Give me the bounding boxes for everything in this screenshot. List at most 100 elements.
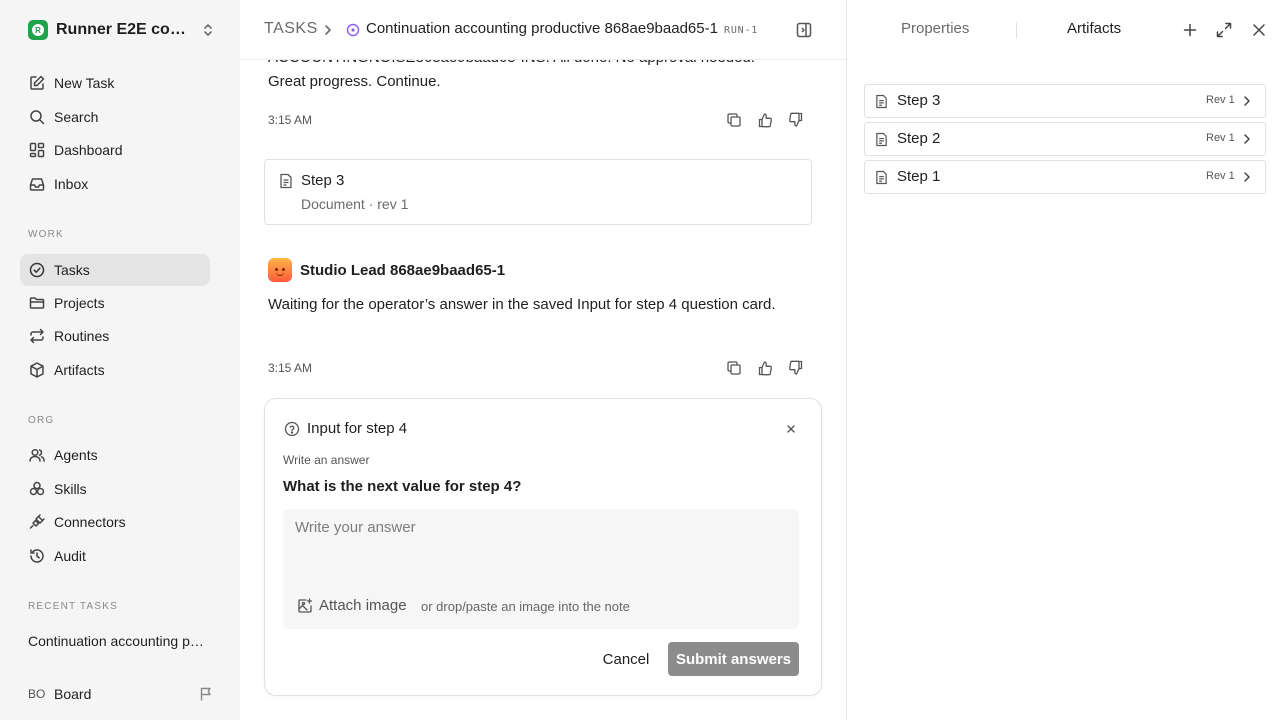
tab-artifacts[interactable]: Artifacts [1067, 20, 1121, 37]
chevron-right-icon [1244, 134, 1250, 144]
artifact-revision: Rev 1 [1206, 94, 1235, 106]
copy-icon[interactable] [726, 360, 742, 376]
sidebar-item-label: Audit [54, 548, 86, 564]
sidebar-item-label: Skills [54, 481, 87, 497]
artifact-item-label: Step 2 [897, 130, 941, 147]
section-title-recent: RECENT TASKS [28, 601, 118, 612]
artifact-item-label: Step 3 [897, 92, 941, 109]
question-text: What is the next value for step 4? [283, 478, 522, 495]
workspace-name: Runner E2E continuation [56, 21, 191, 38]
sidebar-item-label: Routines [54, 328, 110, 344]
artifact-card[interactable]: Step 3 Document · rev 1 [264, 159, 812, 225]
user-menu[interactable]: BO Board [28, 683, 214, 705]
expand-icon[interactable] [1215, 21, 1233, 39]
tab-divider [1016, 22, 1017, 38]
copy-icon[interactable] [726, 112, 742, 128]
details-panel: Properties Artifacts Step 3 Rev 1 Step 2… [846, 0, 1280, 720]
breadcrumb-tasks[interactable]: TASKS [264, 20, 318, 38]
sidebar-item-label: Dashboard [54, 142, 123, 158]
sidebar-item-tasks[interactable]: Tasks [20, 254, 210, 286]
question-card: Input for step 4 Write an answer What is… [264, 398, 822, 696]
sidebar-item-label: Artifacts [54, 362, 105, 378]
inbox-icon [29, 178, 45, 191]
section-title-org: ORG [28, 415, 55, 426]
document-icon [280, 173, 292, 189]
message-timestamp: 3:15 AM [268, 113, 313, 127]
history-icon [30, 549, 44, 563]
sidebar-item-new-task[interactable]: New Task [20, 67, 210, 99]
artifact-item[interactable]: Step 3 Rev 1 [864, 84, 1266, 118]
cancel-button[interactable]: Cancel [597, 642, 655, 676]
sidebar-item-inbox[interactable]: Inbox [20, 168, 210, 200]
attach-image-label: Attach image [319, 597, 407, 614]
sidebar-item-skills[interactable]: Skills [20, 473, 210, 505]
chevron-up-down-icon [204, 24, 212, 36]
task-header: TASKS Continuation accounting productive… [240, 0, 846, 60]
sidebar-toggle-icon[interactable] [795, 21, 813, 39]
sidebar-item-projects[interactable]: Projects [20, 287, 210, 319]
skills-icon [29, 481, 45, 496]
thumbs-down-icon[interactable] [788, 360, 804, 376]
search-icon [30, 110, 45, 125]
flag-icon[interactable] [198, 686, 214, 702]
submit-answers-button[interactable]: Submit answers [668, 642, 799, 676]
plus-icon[interactable] [1181, 21, 1199, 39]
agent-message-text: Waiting for the operator’s answer in the… [268, 296, 776, 313]
tab-properties[interactable]: Properties [901, 20, 969, 37]
sidebar-item-routines[interactable]: Routines [20, 320, 210, 352]
repeat-icon [30, 328, 44, 344]
task-conversation: TASKS Continuation accounting productive… [240, 0, 846, 720]
artifact-list: Step 3 Rev 1 Step 2 Rev 1 Step 1 Rev 1 [864, 84, 1266, 198]
chevron-right-icon [325, 25, 331, 35]
sidebar-item-search[interactable]: Search [20, 101, 210, 133]
folder-icon [29, 297, 45, 309]
avatar: BO [28, 687, 46, 701]
sidebar-item-connectors[interactable]: Connectors [20, 506, 210, 538]
check-circle-icon [29, 262, 45, 278]
chevron-right-icon [1244, 172, 1250, 182]
sidebar-item-label: Connectors [54, 514, 126, 530]
plug-icon [29, 514, 45, 529]
dashboard-icon [29, 142, 45, 158]
sidebar-item-agents[interactable]: Agents [20, 439, 210, 471]
artifact-item[interactable]: Step 2 Rev 1 [864, 122, 1266, 156]
answer-input[interactable] [295, 519, 785, 579]
thumbs-up-icon[interactable] [757, 360, 773, 376]
sidebar-item-label: Tasks [54, 262, 90, 278]
sidebar-item-label: Inbox [54, 176, 89, 192]
user-name: Board [54, 686, 92, 702]
workspace-switcher[interactable]: R Runner E2E continuation [28, 19, 214, 41]
artifact-item-label: Step 1 [897, 168, 941, 185]
sidebar-item-label: Projects [54, 295, 105, 311]
thumbs-up-icon[interactable] [757, 112, 773, 128]
section-title-work: WORK [28, 229, 64, 240]
agent-avatar [268, 258, 292, 282]
artifact-item[interactable]: Step 1 Rev 1 [864, 160, 1266, 194]
agent-header: Studio Lead 868ae9baad65-1 [268, 258, 505, 282]
sidebar: R Runner E2E continuation New Task Searc… [0, 0, 240, 720]
sidebar-item-label: Search [54, 109, 99, 125]
sidebar-item-audit[interactable]: Audit [20, 540, 210, 572]
sidebar-item-label: New Task [54, 75, 115, 91]
artifact-revision: Rev 1 [1206, 170, 1235, 182]
message-timestamp: 3:15 AM [268, 361, 313, 375]
help-circle-icon [284, 421, 300, 437]
run-badge: RUN-1 [724, 25, 759, 36]
close-icon[interactable] [785, 423, 797, 435]
sidebar-item-artifacts[interactable]: Artifacts [20, 354, 210, 386]
new-task-icon [30, 75, 45, 90]
users-icon [29, 448, 45, 462]
close-panel-icon[interactable] [1250, 21, 1268, 39]
agent-name: Studio Lead 868ae9baad65-1 [300, 261, 506, 279]
artifact-revision: Rev 1 [1206, 132, 1235, 144]
drop-hint: or drop/paste an image into the note [421, 599, 630, 614]
answer-box: Attach image or drop/paste an image into… [283, 509, 799, 629]
box-icon [30, 362, 44, 378]
attach-image-button[interactable]: Attach image [297, 597, 407, 614]
sidebar-item-dashboard[interactable]: Dashboard [20, 134, 210, 166]
recent-task-item[interactable]: Continuation accounting productive 868ae… [28, 633, 204, 649]
document-icon [876, 170, 887, 185]
thumbs-down-icon[interactable] [788, 112, 804, 128]
document-icon [876, 132, 887, 147]
sidebar-item-label: Agents [54, 447, 98, 463]
